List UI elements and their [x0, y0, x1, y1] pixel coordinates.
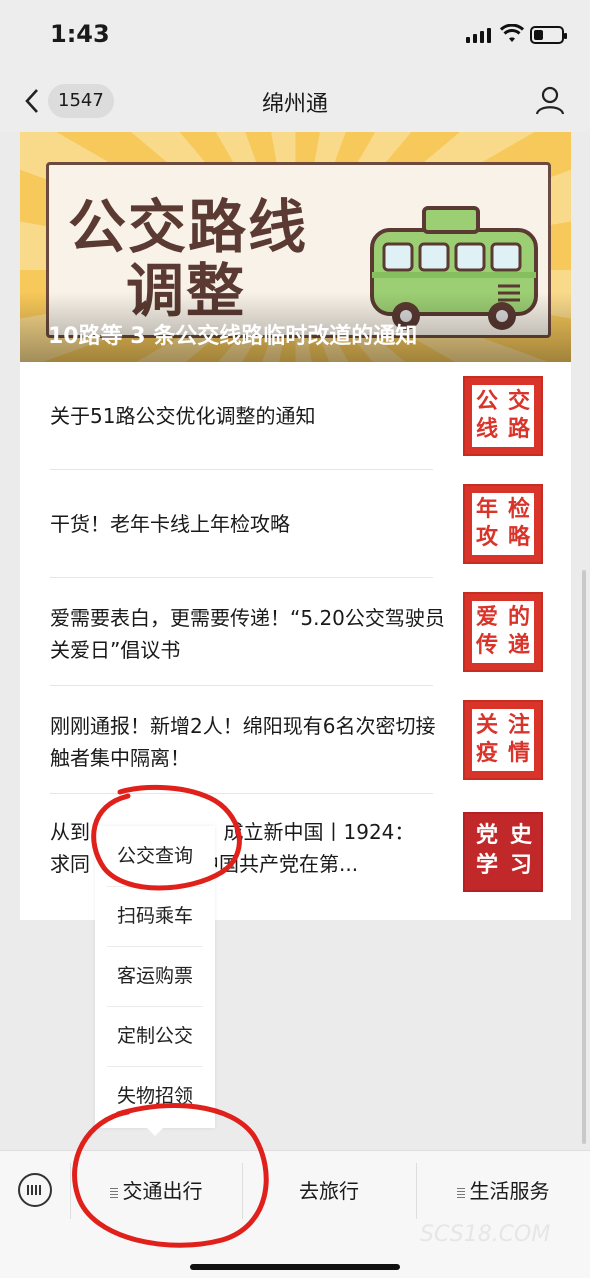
list-item-thumbnail: 年 检 攻 略	[463, 484, 543, 564]
menu-item-custom-bus[interactable]: 定制公交	[95, 1006, 215, 1066]
scrollbar[interactable]	[582, 570, 586, 1144]
banner-article[interactable]: 公交路线 调整 10路等 3 条公交线路临时改道的通知	[20, 132, 571, 362]
list-item[interactable]: 干货！老年卡线上年检攻略 年 检 攻 略	[20, 470, 571, 578]
list-item-thumbnail: 党 史 学 习	[463, 812, 543, 892]
list-item[interactable]: 关于51路公交优化调整的通知 公 交 线 路	[20, 362, 571, 470]
tab-travel[interactable]: 去旅行	[242, 1151, 416, 1231]
list-item-title: 爱需要表白，更需要传递！“5.20公交驾驶员关爱日”倡议书	[50, 606, 445, 662]
list-item[interactable]: 爱需要表白，更需要传递！“5.20公交驾驶员关爱日”倡议书 爱 的 传 递	[20, 578, 571, 686]
tab-transport[interactable]: 交通出行	[70, 1151, 242, 1231]
menu-item-scan-ride[interactable]: 扫码乘车	[95, 886, 215, 946]
user-icon[interactable]	[534, 84, 566, 116]
list-item-thumbnail: 公 交 线 路	[463, 376, 543, 456]
list-item-thumbnail: 爱 的 传 递	[463, 592, 543, 672]
wifi-icon	[500, 24, 524, 42]
menu-item-lost-found[interactable]: 失物招领	[95, 1066, 215, 1126]
submenu-icon	[109, 1187, 118, 1198]
tab-life-services[interactable]: 生活服务	[416, 1151, 590, 1231]
list-item[interactable]: 刚刚通报！新增2人！绵阳现有6名次密切接触者集中隔离！ 关 注 疫 情	[20, 686, 571, 794]
article-card: 公交路线 调整 10路等 3 条公交线路临时改道的通知 关于51路公交优化调整的…	[20, 132, 571, 920]
status-bar: 1:43	[0, 0, 590, 70]
nav-bar: 1547 绵州通	[0, 70, 590, 132]
keyboard-icon[interactable]	[18, 1173, 52, 1207]
transport-submenu: 公交查询 扫码乘车 客运购票 定制公交 失物招领	[95, 826, 215, 1136]
menu-item-ticket[interactable]: 客运购票	[95, 946, 215, 1006]
watermark: SCS18.COM	[420, 1222, 551, 1247]
signal-icon	[466, 28, 491, 43]
banner-caption: 10路等 3 条公交线路临时改道的通知	[48, 324, 418, 349]
home-indicator	[190, 1264, 400, 1270]
status-time: 1:43	[50, 20, 110, 48]
battery-icon	[530, 26, 567, 44]
menu-item-bus-query[interactable]: 公交查询	[95, 826, 215, 886]
list-item-thumbnail: 关 注 疫 情	[463, 700, 543, 780]
list-item-title: 刚刚通报！新增2人！绵阳现有6名次密切接触者集中隔离！	[50, 714, 436, 770]
list-item-title: 干货！老年卡线上年检攻略	[50, 512, 290, 536]
page-title: 绵州通	[261, 92, 328, 117]
list-item-title: 关于51路公交优化调整的通知	[50, 404, 316, 428]
bottom-menu-bar: 交通出行 去旅行 生活服务	[0, 1150, 590, 1278]
submenu-icon	[456, 1187, 465, 1198]
